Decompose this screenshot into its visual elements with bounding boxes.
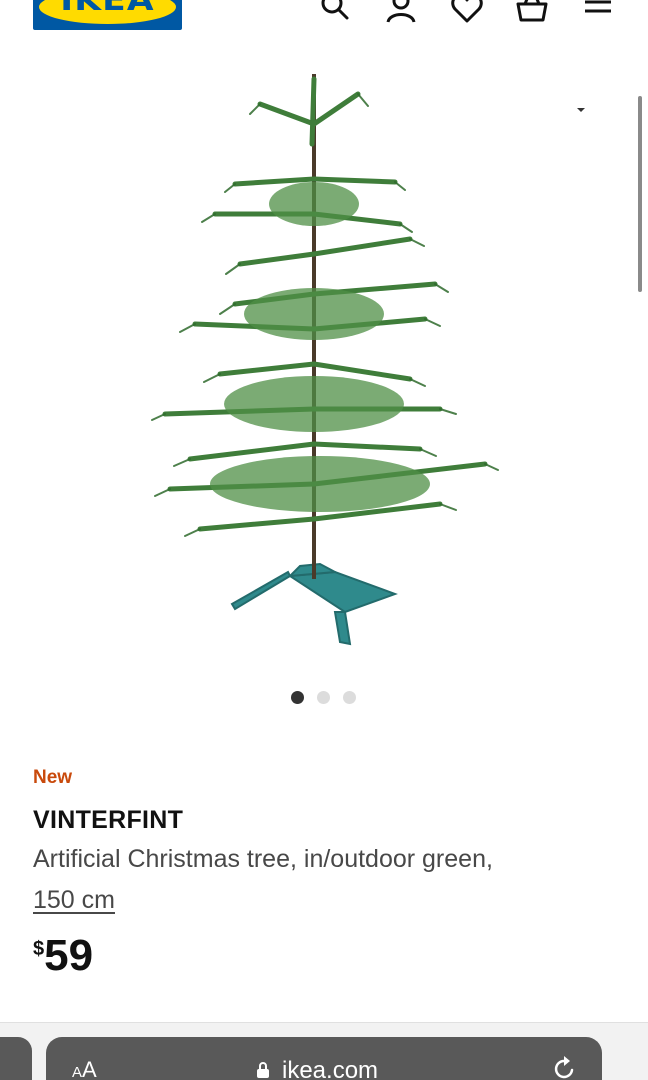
new-badge: New: [33, 767, 73, 788]
account-icon[interactable]: [384, 0, 418, 24]
product-size-link[interactable]: 150 cm: [33, 886, 115, 915]
lock-icon: [257, 1062, 269, 1078]
url-text[interactable]: ikea.com: [282, 1057, 378, 1080]
reload-icon[interactable]: [550, 1055, 578, 1080]
search-icon[interactable]: [318, 0, 352, 24]
price-currency: $: [33, 938, 45, 960]
chevron-down-icon: [577, 108, 585, 112]
previous-tab[interactable]: [0, 1037, 32, 1080]
gallery-dot[interactable]: [317, 691, 330, 704]
price-value: 59: [44, 931, 94, 980]
product-gallery[interactable]: [0, 44, 648, 674]
product-image[interactable]: [140, 64, 510, 654]
menu-icon[interactable]: [581, 0, 615, 24]
page-scrollbar[interactable]: [638, 96, 642, 292]
site-header: IKEA: [0, 0, 648, 44]
browser-toolbar: AA ikea.com: [0, 1022, 648, 1080]
gallery-dot[interactable]: [291, 691, 304, 704]
heart-icon[interactable]: [450, 0, 484, 24]
reader-settings-button[interactable]: AA: [72, 1057, 97, 1080]
ikea-logo[interactable]: IKEA: [33, 0, 182, 30]
gallery-dot[interactable]: [343, 691, 356, 704]
product-price: $ 59: [33, 932, 93, 980]
product-description: Artificial Christmas tree, in/outdoor gr…: [33, 845, 493, 873]
gallery-pagination: [291, 691, 356, 704]
product-name: VINTERFINT: [33, 806, 184, 834]
address-bar[interactable]: AA ikea.com: [46, 1037, 602, 1080]
basket-icon[interactable]: [515, 0, 549, 24]
logo-text: IKEA: [60, 0, 155, 18]
